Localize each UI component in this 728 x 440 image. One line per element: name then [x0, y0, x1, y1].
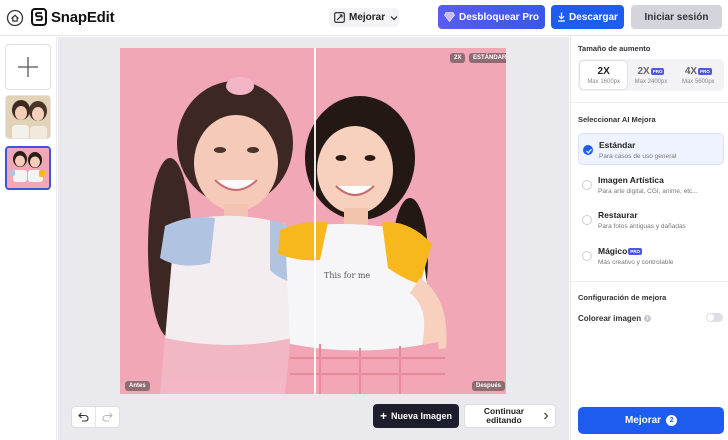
thumbnail-image-1[interactable]: [5, 95, 51, 139]
compare-slider-handle[interactable]: [314, 48, 316, 394]
model-name: Restaurar: [598, 210, 638, 220]
model-option-restore[interactable]: Restaurar Para fotos antiguas y dañadas: [578, 204, 724, 236]
config-section-title: Configuración de mejora: [578, 293, 667, 302]
new-image-label: Nueva Imagen: [390, 411, 453, 421]
thumbnail-2-preview: [7, 148, 49, 188]
top-bar: SnapEdit Mejorar Desbloquear Pro Descarg…: [0, 0, 728, 36]
unlock-pro-button[interactable]: Desbloquear Pro: [438, 5, 545, 29]
scale-option-sub: Max 2400px: [634, 78, 668, 85]
redo-icon: [102, 412, 114, 422]
after-label: Después: [472, 381, 506, 391]
editor-canvas: This for me 2X ESTÁNDAR Antes Después + …: [58, 37, 569, 440]
diamond-icon: [444, 12, 455, 22]
scale-option-sub: Max 5600px: [681, 78, 715, 85]
scale-option-label-text: 2X: [637, 65, 650, 77]
model-name: Estándar: [599, 140, 636, 150]
radio-icon: [582, 251, 592, 261]
before-after-photo[interactable]: This for me 2X ESTÁNDAR Antes Después: [120, 48, 506, 394]
continue-label-line2: editando: [486, 415, 522, 425]
photo-illustration: This for me: [120, 48, 506, 394]
login-label: Iniciar sesión: [644, 11, 709, 23]
scale-badge: 2X: [450, 53, 466, 63]
continue-editing-label: Continuar editando: [465, 407, 543, 425]
model-option-artistic[interactable]: Imagen Artística Para arte digital, CGI,…: [578, 169, 724, 201]
undo-button[interactable]: [72, 407, 95, 427]
model-desc: Más creativo y controlable: [598, 259, 674, 266]
scale-option-2x[interactable]: 2X Max 1600px: [580, 61, 628, 89]
redo-button[interactable]: [95, 407, 119, 427]
chevron-right-icon: [544, 412, 549, 420]
thumbnail-image-2[interactable]: [5, 146, 51, 190]
scale-option-label: 2X PRO: [637, 65, 665, 77]
new-image-button[interactable]: + Nueva Imagen: [373, 404, 459, 428]
scale-option-label-text: 4X: [684, 65, 698, 77]
model-name-text: Mágico: [598, 246, 628, 256]
colorize-label-text: Colorear imagen: [578, 314, 642, 323]
divider: [571, 281, 728, 282]
mode-select-value: Mejorar: [349, 12, 386, 23]
login-button[interactable]: Iniciar sesión: [631, 5, 722, 29]
scale-option-label: 4X PRO: [685, 66, 712, 77]
snapedit-logo-icon: [31, 8, 47, 26]
info-icon[interactable]: i: [644, 315, 652, 322]
scale-section-title: Tamaño de aumento: [578, 44, 651, 53]
continue-editing-button[interactable]: Continuar editando: [464, 404, 556, 428]
scale-option-2x-pro[interactable]: 2X PRO Max 2400px: [627, 61, 674, 89]
pro-badge: PRO: [698, 67, 712, 75]
plus-icon: [18, 57, 38, 77]
model-name: Imagen Artística: [598, 175, 664, 185]
home-icon[interactable]: [6, 9, 24, 27]
scale-option-4x-pro[interactable]: 4X PRO Max 5600px: [675, 61, 722, 89]
toggle-knob: [707, 314, 714, 321]
download-button[interactable]: Descargar: [551, 5, 624, 29]
logo[interactable]: SnapEdit: [31, 8, 115, 26]
model-option-magic[interactable]: Mágico PRO Más creativo y controlable: [578, 240, 724, 272]
model-desc: Para fotos antiguas y dañadas: [598, 223, 686, 230]
scale-option-label: 2X: [597, 65, 610, 77]
credit-count-badge: 2: [666, 415, 678, 426]
add-image-button[interactable]: [5, 44, 51, 90]
pro-badge: PRO: [650, 67, 665, 75]
model-option-standard[interactable]: Estándar Para casos de uso general: [578, 133, 724, 165]
enhance-button[interactable]: Mejorar 2: [578, 407, 724, 434]
enhance-label: Mejorar: [624, 415, 662, 426]
colorize-label: Colorear imagen i: [578, 314, 652, 323]
unlock-pro-label: Desbloquear Pro: [458, 11, 540, 23]
settings-panel: Tamaño de aumento 2X Max 1600px 2X PRO M…: [570, 37, 728, 440]
colorize-toggle[interactable]: [706, 313, 723, 322]
plus-icon: +: [379, 409, 387, 423]
download-label: Descargar: [569, 11, 618, 23]
model-name: Mágico PRO: [598, 246, 643, 256]
svg-text:This for me: This for me: [324, 271, 370, 280]
undo-icon: [78, 412, 89, 422]
thumbnail-rail: [0, 37, 57, 440]
download-icon: [558, 12, 566, 22]
logo-text: SnapEdit: [51, 8, 115, 26]
model-desc: Para casos de uso general: [599, 153, 677, 160]
model-badge: ESTÁNDAR: [469, 53, 506, 63]
model-desc: Para arte digital, CGI, anime, etc...: [598, 188, 698, 195]
history-controls: [71, 406, 120, 428]
scale-selector: 2X Max 1600px 2X PRO Max 2400px 4X PRO M…: [578, 59, 724, 91]
model-section-title: Seleccionar AI Mejora: [578, 115, 656, 124]
thumbnail-1-preview: [6, 96, 50, 138]
mode-select[interactable]: Mejorar: [329, 8, 399, 27]
pro-badge: PRO: [628, 247, 643, 255]
enhance-mode-icon: [334, 12, 345, 23]
radio-icon: [582, 215, 592, 225]
radio-checked-icon: [583, 145, 593, 155]
divider: [571, 102, 728, 103]
scale-option-sub: Max 1600px: [587, 78, 620, 85]
before-label: Antes: [125, 381, 150, 391]
radio-icon: [582, 180, 592, 190]
chevron-down-icon: [390, 15, 398, 20]
